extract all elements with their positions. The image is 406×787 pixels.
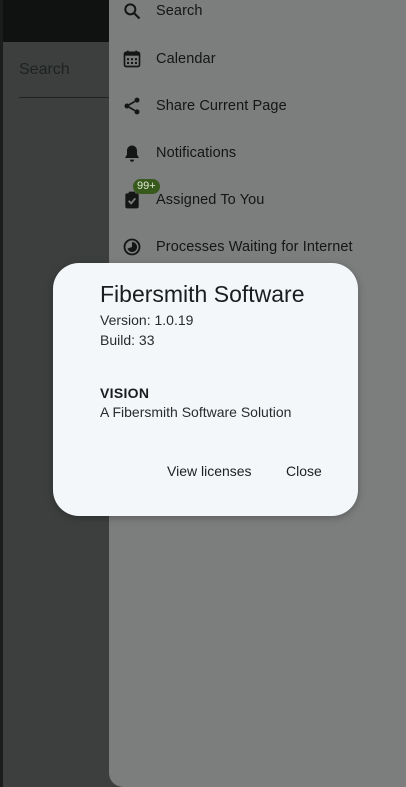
drawer-item-calendar[interactable]: Calendar: [109, 36, 406, 82]
calendar-icon: [121, 48, 143, 70]
close-button[interactable]: Close: [280, 459, 328, 483]
drawer-item-label: Processes Waiting for Internet: [156, 239, 353, 255]
bell-icon: [121, 142, 143, 164]
drawer-item-search[interactable]: Search: [109, 0, 406, 34]
section-description: A Fibersmith Software Solution: [100, 404, 292, 420]
version-text: Version: 1.0.19: [100, 312, 194, 328]
drawer-item-label: Share Current Page: [156, 98, 287, 114]
background-search-field: Search: [19, 61, 70, 78]
share-icon: [121, 95, 143, 117]
assigned-count-badge: 99+: [133, 179, 160, 194]
about-dialog: Fibersmith Software Version: 1.0.19 Buil…: [53, 263, 358, 516]
drawer-item-notifications[interactable]: Notifications: [109, 130, 406, 176]
section-heading: VISION: [100, 385, 150, 401]
drawer-item-label: Assigned To You: [156, 192, 265, 208]
view-licenses-button[interactable]: View licenses: [161, 459, 258, 483]
dialog-title: Fibersmith Software: [100, 281, 305, 307]
search-icon: [121, 0, 143, 22]
drawer-item-label: Calendar: [156, 51, 216, 67]
left-edge: [0, 0, 3, 787]
background-search-underline: [19, 97, 109, 98]
timer-icon: [121, 236, 143, 258]
drawer-item-label: Notifications: [156, 145, 237, 161]
drawer-item-share[interactable]: Share Current Page: [109, 83, 406, 129]
build-text: Build: 33: [100, 332, 155, 348]
drawer-item-label: Search: [156, 3, 203, 19]
